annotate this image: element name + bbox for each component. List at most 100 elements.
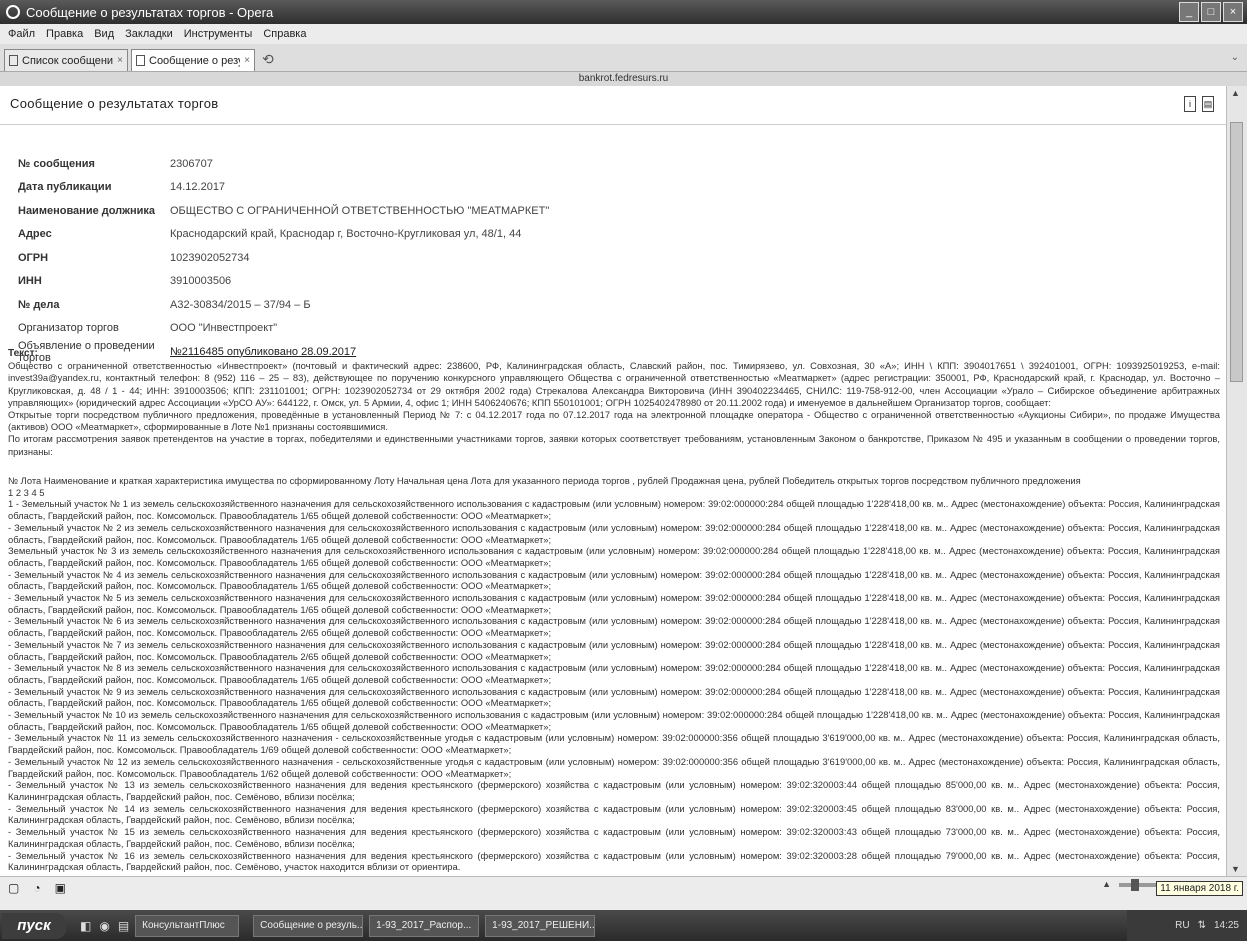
- language-indicator[interactable]: RU: [1175, 920, 1189, 931]
- status-icons: ▢ ◔ ▣: [8, 881, 66, 895]
- vertical-scrollbar[interactable]: ▲ ▼: [1227, 86, 1247, 876]
- page-title: Сообщение о результатах торгов: [10, 96, 219, 111]
- lot-item: - Земельный участок № 7 из земель сельск…: [8, 638, 1220, 662]
- lot-item: - Земельный участок № 14 из земель сельс…: [8, 802, 1220, 826]
- detail-row: № сообщения 2306707: [18, 152, 549, 176]
- tab-messages-list[interactable]: Список сообщений о ба... ×: [4, 49, 128, 71]
- menu-edit[interactable]: Правка: [46, 28, 83, 40]
- quick-launch: ◧ ◉ ▤: [80, 919, 129, 933]
- lot-item: - Земельный участок № 6 из земель сельск…: [8, 615, 1220, 639]
- lot-item: 1 - Земельный участок № 1 из земель сель…: [8, 498, 1220, 522]
- turbo-icon[interactable]: ◔: [33, 881, 40, 895]
- detail-value: 14.12.2017: [170, 181, 226, 194]
- tab-bar: Список сообщений о ба... × Сообщение о р…: [0, 44, 1247, 72]
- network-icon: ⇅: [1197, 920, 1206, 931]
- detail-label: Адрес: [18, 228, 52, 241]
- detail-label: ОГРН: [18, 251, 49, 264]
- detail-label: ИНН: [18, 275, 42, 288]
- detail-label: Дата публикации: [18, 181, 112, 194]
- lot-item: Земельный участок № 3 из земель сельскох…: [8, 545, 1220, 568]
- lots-table: № Лота Наименование и краткая характерис…: [8, 475, 1220, 873]
- tab-close-icon[interactable]: ×: [244, 55, 250, 66]
- lot-item: - Земельный участок № 10 из земель сельс…: [8, 709, 1220, 732]
- lots-table-column-numbers: 1 2 3 4 5: [8, 486, 45, 498]
- detail-row: ОГРН 1023902052734: [18, 246, 549, 270]
- message-text: Текст: Общество с ограниченной ответстве…: [8, 348, 1220, 458]
- tab-menu-icon[interactable]: ⌄: [1231, 52, 1239, 63]
- window-titlebar: Сообщение о результатах торгов - Opera _…: [0, 0, 1247, 24]
- system-tray: RU ⇅ 14:25: [1127, 910, 1247, 941]
- zoom-slider-handle[interactable]: [1131, 879, 1139, 891]
- lot-item: - Земельный участок № 15 из земель сельс…: [8, 826, 1220, 849]
- taskbar-app-doc2[interactable]: 1-93_2017_РЕШЕНИ...: [485, 914, 596, 937]
- panel-toggle-icon[interactable]: ▢: [8, 881, 19, 895]
- info-icon[interactable]: i: [1184, 96, 1196, 112]
- detail-label: Организатор торгов: [18, 322, 119, 335]
- page-content: Сообщение о результатах торгов i ▤ № соо…: [0, 86, 1227, 876]
- status-bar: ▢ ◔ ▣ ▲ 11 января 2018 г.: [0, 876, 1247, 911]
- print-icon[interactable]: ▤: [1202, 96, 1214, 112]
- page-icon: [136, 55, 145, 66]
- address-bar[interactable]: bankrot.fedresurs.ru: [0, 72, 1247, 86]
- lot-item: - Земельный участок № 5 из земель сельск…: [8, 592, 1220, 615]
- menu-bar: Файл Правка Вид Закладки Инструменты Спр…: [0, 24, 1247, 44]
- lot-item: - Земельный участок № 12 из земель сельс…: [8, 755, 1220, 779]
- detail-row: ИНН 3910003506: [18, 270, 549, 294]
- text-paragraph: По итогам рассмотрения заявок претендент…: [8, 433, 1220, 457]
- detail-row: Адрес Краснодарский край, Краснодар г, В…: [18, 223, 549, 247]
- window-controls: _ □ ×: [1179, 2, 1243, 22]
- header-actions: i ▤: [1184, 96, 1214, 112]
- detail-label: № дела: [18, 298, 60, 311]
- minimize-button[interactable]: _: [1179, 2, 1199, 22]
- menu-file[interactable]: Файл: [8, 28, 35, 40]
- detail-value: А32-30834/2015 – 37/94 – Б: [170, 298, 311, 311]
- menu-bookmarks[interactable]: Закладки: [125, 28, 173, 40]
- tab-label: Список сообщений о ба...: [22, 54, 114, 67]
- close-button[interactable]: ×: [1223, 2, 1243, 22]
- lot-item: - Земельный участок № 2 из земель сельск…: [8, 521, 1220, 545]
- detail-value: 1023902052734: [170, 251, 250, 264]
- lot-item: - Земельный участок № 16 из земель сельс…: [8, 849, 1220, 873]
- text-paragraph: Общество с ограниченной ответственностью…: [8, 360, 1220, 408]
- menu-tools[interactable]: Инструменты: [184, 28, 253, 40]
- start-button[interactable]: пуск: [2, 912, 66, 939]
- text-paragraph: Открытые торги посредством публичного пр…: [8, 409, 1220, 433]
- taskbar: пуск ◧ ◉ ▤ КонсультантПлюс Сообщение о р…: [0, 910, 1247, 941]
- date-tooltip: 11 января 2018 г.: [1156, 881, 1243, 896]
- browser-icon[interactable]: ◉: [99, 919, 109, 933]
- taskbar-app-consultant[interactable]: КонсультантПлюс: [135, 914, 240, 937]
- maximize-button[interactable]: □: [1201, 2, 1221, 22]
- images-icon[interactable]: ▣: [55, 881, 66, 895]
- desktop-icon[interactable]: ◧: [80, 919, 91, 933]
- taskbar-app-opera[interactable]: Сообщение о резуль...: [253, 914, 364, 937]
- scroll-up-icon[interactable]: ▲: [1231, 88, 1240, 98]
- menu-help[interactable]: Справка: [263, 28, 306, 40]
- lot-item: - Земельный участок № 8 из земель сельск…: [8, 662, 1220, 685]
- zoom-slider[interactable]: [1119, 883, 1161, 887]
- scroll-down-icon[interactable]: ▼: [1231, 864, 1240, 874]
- tab-label: Сообщение о результа...: [149, 54, 240, 67]
- taskbar-app-doc1[interactable]: 1-93_2017_Распор...: [369, 914, 480, 937]
- message-details: № сообщения 2306707 Дата публикации 14.1…: [18, 152, 549, 364]
- detail-row: № дела А32-30834/2015 – 37/94 – Б: [18, 293, 549, 317]
- lots-table-header: № Лота Наименование и краткая характерис…: [8, 475, 1081, 486]
- detail-value: Краснодарский край, Краснодар г, Восточн…: [170, 228, 522, 241]
- detail-value: 3910003506: [170, 275, 232, 288]
- detail-value: ОБЩЕСТВО С ОГРАНИЧЕННОЙ ОТВЕТСТВЕННОСТЬЮ…: [170, 204, 550, 217]
- scrollbar-thumb[interactable]: [1230, 122, 1243, 382]
- lot-item: - Земельный участок № 11 из земель сельс…: [8, 732, 1220, 756]
- detail-label: № сообщения: [18, 157, 95, 170]
- menu-view[interactable]: Вид: [94, 28, 114, 40]
- zoom-out-icon[interactable]: ▲: [1102, 879, 1111, 889]
- page-header: Сообщение о результатах торгов i ▤: [0, 86, 1226, 125]
- detail-row: Дата публикации 14.12.2017: [18, 176, 549, 200]
- tab-auction-result[interactable]: Сообщение о результа... ×: [131, 49, 255, 71]
- explorer-icon[interactable]: ▤: [118, 919, 129, 933]
- tab-close-icon[interactable]: ×: [117, 55, 123, 66]
- detail-value: 2306707: [170, 157, 213, 170]
- new-tab-icon[interactable]: ⟲: [262, 51, 274, 68]
- detail-row: Организатор торгов ООО "Инвестпроект": [18, 317, 549, 341]
- lot-item: - Земельный участок № 9 из земель сельск…: [8, 685, 1220, 709]
- lot-item: - Земельный участок № 4 из земель сельск…: [8, 568, 1220, 592]
- page-icon: [9, 55, 18, 66]
